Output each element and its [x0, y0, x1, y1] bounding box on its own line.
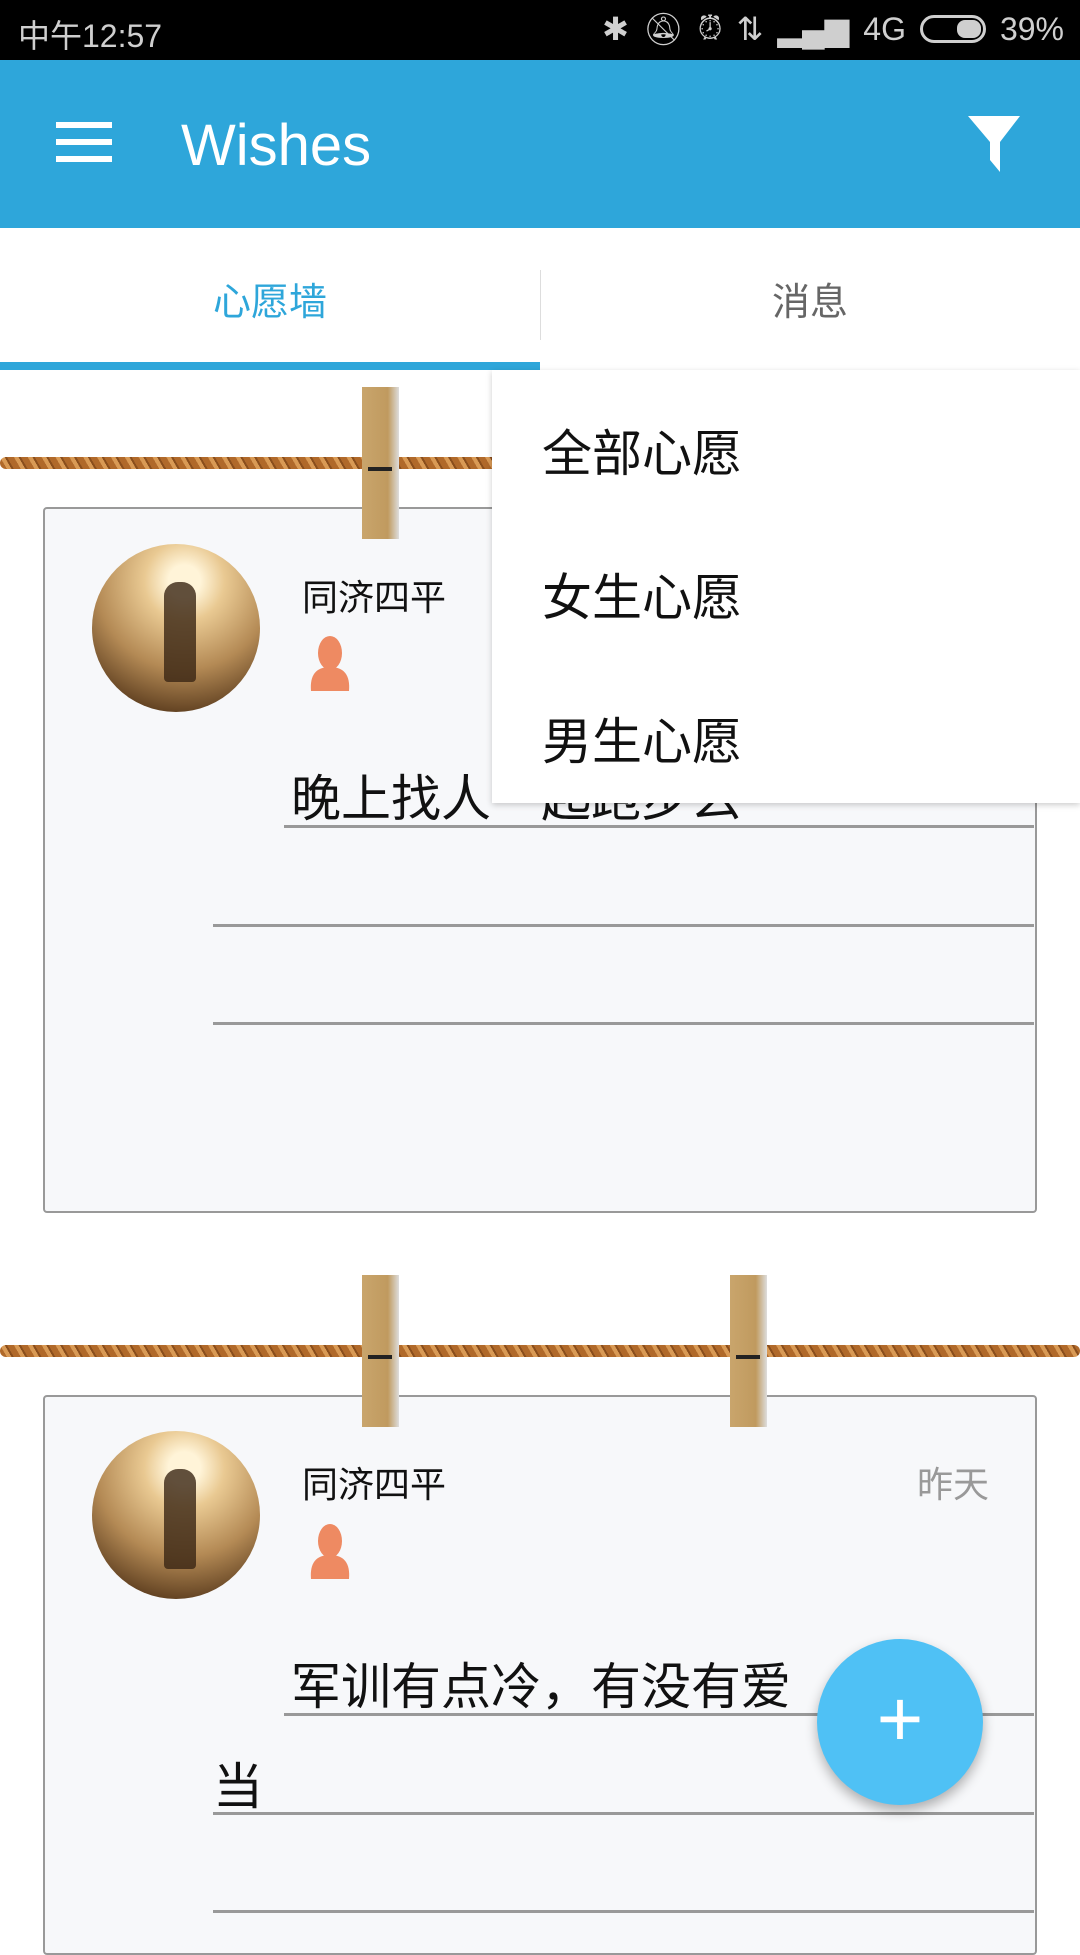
data-icon: ⇅	[736, 11, 764, 47]
battery-icon	[919, 15, 986, 43]
status-bar: 中午12:57 ✱ 🔕︎ ⏰︎ ⇅ ▂▄▆ 4G 39%	[0, 0, 1080, 60]
filter-icon[interactable]	[966, 114, 1022, 174]
menu-item-girls-wishes[interactable]: 女生心愿	[542, 558, 742, 630]
menu-item-boys-wishes[interactable]: 男生心愿	[542, 702, 742, 774]
text-underline	[213, 1022, 1034, 1025]
status-time: 中午12:57	[18, 18, 163, 54]
text-underline	[213, 1812, 1034, 1815]
tab-messages[interactable]: 消息	[540, 228, 1080, 370]
post-date: 昨天	[916, 1465, 989, 1506]
signal-icon: ▂▄▆	[777, 11, 850, 47]
app-bar: Wishes	[0, 60, 1080, 228]
tab-wish-wall[interactable]: 心愿墙	[0, 228, 540, 370]
clothespin-icon	[362, 387, 399, 539]
filter-dropdown-menu: 全部心愿 女生心愿 男生心愿	[492, 370, 1080, 803]
app-title: Wishes	[181, 113, 372, 178]
alarm-icon: ⏰︎	[697, 10, 723, 46]
hamburger-icon[interactable]	[56, 122, 112, 162]
bluetooth-icon: ✱	[602, 11, 629, 47]
add-wish-button[interactable]: +	[817, 1639, 983, 1805]
clothespin-icon	[362, 1275, 399, 1427]
tab-bar: 心愿墙 消息	[0, 228, 1080, 370]
vibrate-icon: 🔕︎	[642, 11, 684, 47]
clothespin-icon	[730, 1275, 767, 1427]
rope-decoration	[0, 1345, 1080, 1357]
text-underline	[213, 1910, 1034, 1913]
menu-item-all-wishes[interactable]: 全部心愿	[542, 414, 742, 486]
user-name: 同济四平	[302, 1465, 447, 1506]
wish-text-line: 军训有点冷，有没有爱	[291, 1658, 791, 1716]
avatar[interactable]	[92, 1431, 260, 1599]
female-icon	[310, 1524, 350, 1579]
text-underline	[284, 825, 1034, 828]
avatar[interactable]	[92, 544, 260, 712]
battery-percent: 39%	[999, 10, 1064, 47]
female-icon	[310, 636, 350, 691]
wish-text-line: 当	[213, 1758, 263, 1816]
text-underline	[213, 924, 1034, 927]
network-type: 4G	[863, 10, 906, 47]
user-name: 同济四平	[302, 578, 447, 619]
